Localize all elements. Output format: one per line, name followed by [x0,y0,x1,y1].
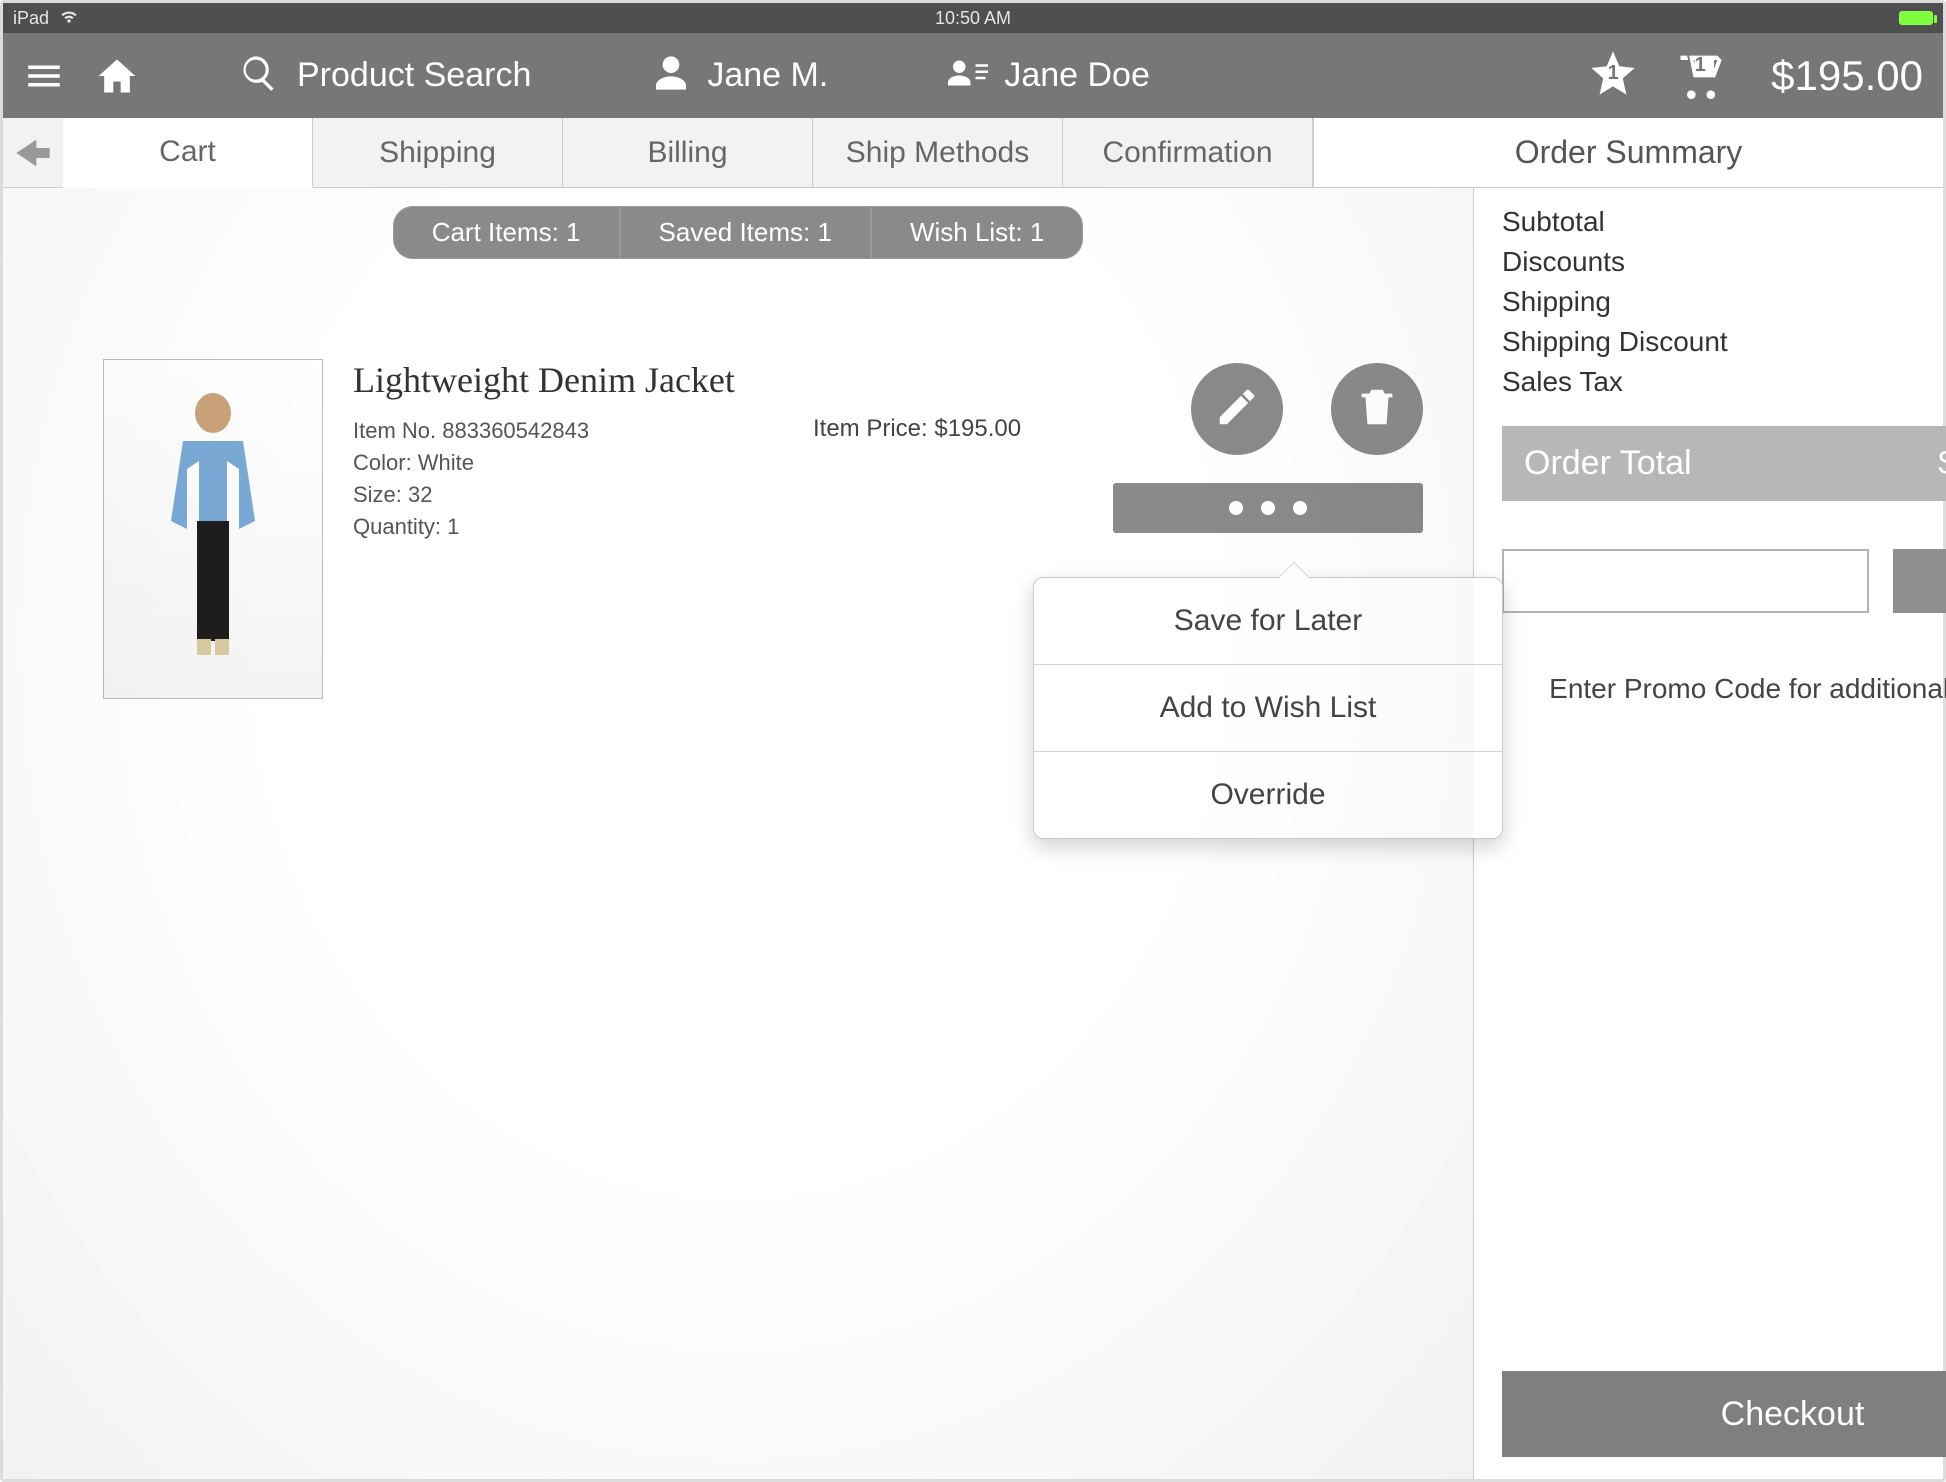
cart-badge: 1 [1695,54,1706,77]
order-total-label: Order Total [1524,444,1692,483]
apply-promo-button[interactable]: Apply [1893,549,1946,613]
delete-item-button[interactable] [1331,363,1423,455]
step-cart[interactable]: Cart [63,118,313,188]
back-button[interactable] [3,118,63,187]
customer-icon [948,53,988,98]
order-total-value: $195.00 [1938,444,1946,483]
shipping-discount-label: Shipping Discount [1502,326,1728,358]
dot-icon [1293,501,1307,515]
product-qty: Quantity: 1 [353,511,783,543]
clock: 10:50 AM [3,8,1943,29]
discounts-label: Discounts [1502,246,1625,278]
cart-filter-pills: Cart Items: 1 Saved Items: 1 Wish List: … [3,206,1473,259]
step-shipping[interactable]: Shipping [313,118,563,187]
trash-icon [1354,384,1400,435]
product-info: Lightweight Denim Jacket Item No. 883360… [353,359,783,699]
pill-cart-items[interactable]: Cart Items: 1 [393,206,620,259]
promo-code-input[interactable] [1502,549,1869,613]
associate-icon [651,53,691,98]
customer-name: Jane Doe [1004,56,1150,95]
associate-name: Jane M. [707,56,828,95]
product-search[interactable]: Product Search [239,53,531,98]
wifi-icon [59,6,79,31]
search-placeholder: Product Search [297,56,531,95]
product-image[interactable] [103,359,323,699]
dot-icon [1229,501,1243,515]
order-summary-panel: Subtotal$195.00 Discounts--- Shipping---… [1473,188,1946,1479]
associate-selector[interactable]: Jane M. [651,53,828,98]
cart-panel: Cart Items: 1 Saved Items: 1 Wish List: … [3,188,1473,1479]
dot-icon [1261,501,1275,515]
promo-hint: Enter Promo Code for additional discount… [1502,673,1946,705]
app-header: Product Search Jane M. Jane Doe 1 1 $195… [3,33,1943,118]
product-size: Size: 32 [353,479,783,511]
step-ship-methods[interactable]: Ship Methods [813,118,1063,187]
product-item-no: Item No. 883360542843 [353,415,783,447]
cart-icon[interactable]: 1 [1674,47,1726,104]
order-summary-header: Order Summary [1313,118,1943,187]
shipping-label: Shipping [1502,286,1611,318]
tax-label: Sales Tax [1502,366,1623,398]
menu-icon[interactable] [23,55,65,97]
step-billing[interactable]: Billing [563,118,813,187]
search-icon [239,53,279,98]
action-override[interactable]: Override [1034,752,1502,838]
checkout-steps: Cart Shipping Billing Ship Methods Confi… [3,118,1943,188]
step-confirmation[interactable]: Confirmation [1063,118,1313,187]
more-actions-popover: Save for Later Add to Wish List Override [1033,577,1503,839]
action-save-for-later[interactable]: Save for Later [1034,578,1502,665]
product-color: Color: White [353,447,783,479]
product-name: Lightweight Denim Jacket [353,359,783,401]
edit-item-button[interactable] [1191,363,1283,455]
pill-wish-list[interactable]: Wish List: 1 [871,206,1083,259]
home-icon[interactable] [95,54,139,98]
wishlist-badge: 1 [1608,62,1619,85]
pill-saved-items[interactable]: Saved Items: 1 [620,206,871,259]
ipad-status-bar: iPad 10:50 AM [3,3,1943,33]
device-label: iPad [13,8,49,29]
battery-icon [1899,11,1933,25]
header-total: $195.00 [1771,52,1923,100]
more-actions-button[interactable] [1113,483,1423,533]
pencil-icon [1214,384,1260,435]
checkout-button[interactable]: Checkout [1502,1371,1946,1457]
action-add-to-wishlist[interactable]: Add to Wish List [1034,665,1502,752]
customer-selector[interactable]: Jane Doe [948,53,1150,98]
subtotal-label: Subtotal [1502,206,1605,238]
cart-line-item: Lightweight Denim Jacket Item No. 883360… [3,299,1473,699]
wishlist-icon[interactable]: 1 [1587,47,1639,104]
order-total-row: Order Total $195.00 [1502,426,1946,501]
